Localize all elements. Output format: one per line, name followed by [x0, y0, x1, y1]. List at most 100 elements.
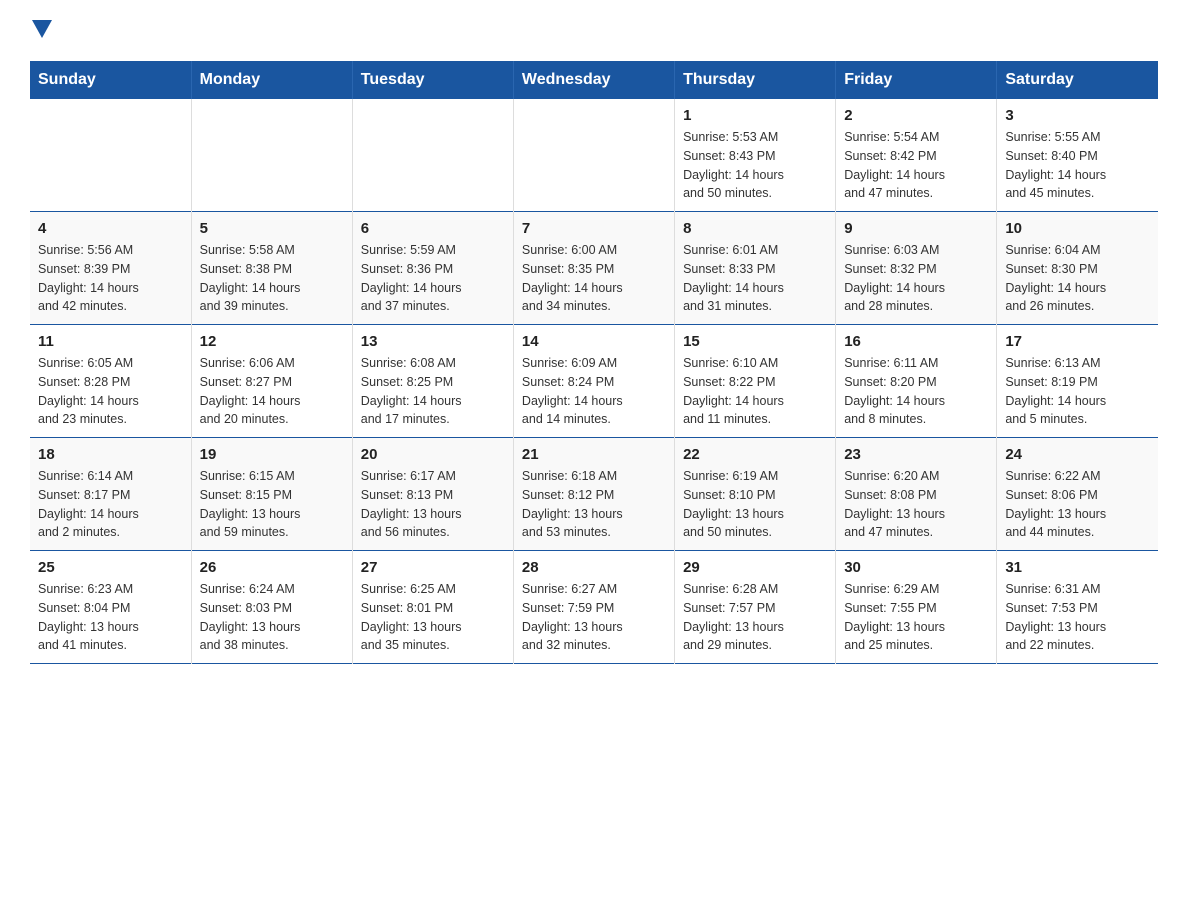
- day-number: 9: [844, 220, 988, 237]
- day-number: 25: [38, 559, 183, 576]
- day-info: Sunrise: 5:53 AM Sunset: 8:43 PM Dayligh…: [683, 128, 827, 203]
- week-row-4: 18 Sunrise: 6:14 AM Sunset: 8:17 PM Dayli…: [30, 438, 1158, 551]
- day-number: 22: [683, 446, 827, 463]
- calendar-cell: 12 Sunrise: 6:06 AM Sunset: 8:27 PM Dayli…: [191, 325, 352, 438]
- day-info: Sunrise: 6:00 AM Sunset: 8:35 PM Dayligh…: [522, 241, 666, 316]
- day-info: Sunrise: 6:06 AM Sunset: 8:27 PM Dayligh…: [200, 354, 344, 429]
- day-number: 5: [200, 220, 344, 237]
- calendar-header-row: SundayMondayTuesdayWednesdayThursdayFrid…: [30, 61, 1158, 99]
- header-tuesday: Tuesday: [352, 61, 513, 99]
- calendar-cell: 10 Sunrise: 6:04 AM Sunset: 8:30 PM Dayli…: [997, 212, 1158, 325]
- day-number: 4: [38, 220, 183, 237]
- calendar-cell: 20Sunrise: 6:17 AM Sunset: 8:13 PM Dayli…: [352, 438, 513, 551]
- day-info: Sunrise: 6:24 AM Sunset: 8:03 PM Dayligh…: [200, 580, 344, 655]
- calendar-cell: [30, 99, 191, 212]
- day-info: Sunrise: 5:59 AM Sunset: 8:36 PM Dayligh…: [361, 241, 505, 316]
- day-info: Sunrise: 6:31 AM Sunset: 7:53 PM Dayligh…: [1005, 580, 1150, 655]
- calendar-cell: 15Sunrise: 6:10 AM Sunset: 8:22 PM Dayli…: [675, 325, 836, 438]
- day-number: 2: [844, 107, 988, 124]
- day-info: Sunrise: 6:08 AM Sunset: 8:25 PM Dayligh…: [361, 354, 505, 429]
- day-number: 30: [844, 559, 988, 576]
- header-wednesday: Wednesday: [513, 61, 674, 99]
- header-monday: Monday: [191, 61, 352, 99]
- calendar-cell: 27 Sunrise: 6:25 AM Sunset: 8:01 PM Dayli…: [352, 551, 513, 664]
- day-number: 26: [200, 559, 344, 576]
- day-number: 29: [683, 559, 827, 576]
- calendar-cell: 19 Sunrise: 6:15 AM Sunset: 8:15 PM Dayli…: [191, 438, 352, 551]
- calendar-cell: 23 Sunrise: 6:20 AM Sunset: 8:08 PM Dayli…: [836, 438, 997, 551]
- day-number: 17: [1005, 333, 1150, 350]
- day-info: Sunrise: 6:03 AM Sunset: 8:32 PM Dayligh…: [844, 241, 988, 316]
- calendar-cell: 17 Sunrise: 6:13 AM Sunset: 8:19 PM Dayli…: [997, 325, 1158, 438]
- day-number: 18: [38, 446, 183, 463]
- week-row-2: 4Sunrise: 5:56 AM Sunset: 8:39 PM Daylig…: [30, 212, 1158, 325]
- week-row-5: 25 Sunrise: 6:23 AM Sunset: 8:04 PM Dayli…: [30, 551, 1158, 664]
- calendar-cell: [191, 99, 352, 212]
- header-saturday: Saturday: [997, 61, 1158, 99]
- header-friday: Friday: [836, 61, 997, 99]
- day-info: Sunrise: 6:29 AM Sunset: 7:55 PM Dayligh…: [844, 580, 988, 655]
- day-number: 27: [361, 559, 505, 576]
- calendar-cell: 18 Sunrise: 6:14 AM Sunset: 8:17 PM Dayli…: [30, 438, 191, 551]
- day-number: 16: [844, 333, 988, 350]
- day-info: Sunrise: 6:10 AM Sunset: 8:22 PM Dayligh…: [683, 354, 827, 429]
- header-sunday: Sunday: [30, 61, 191, 99]
- day-info: Sunrise: 6:19 AM Sunset: 8:10 PM Dayligh…: [683, 467, 827, 542]
- logo-triangle-icon: [32, 20, 52, 40]
- day-number: 28: [522, 559, 666, 576]
- calendar-cell: 21 Sunrise: 6:18 AM Sunset: 8:12 PM Dayli…: [513, 438, 674, 551]
- calendar-cell: 24 Sunrise: 6:22 AM Sunset: 8:06 PM Dayli…: [997, 438, 1158, 551]
- calendar-cell: 14Sunrise: 6:09 AM Sunset: 8:24 PM Dayli…: [513, 325, 674, 438]
- logo: [30, 20, 52, 45]
- day-number: 24: [1005, 446, 1150, 463]
- calendar-cell: 6 Sunrise: 5:59 AM Sunset: 8:36 PM Daylig…: [352, 212, 513, 325]
- day-info: Sunrise: 6:13 AM Sunset: 8:19 PM Dayligh…: [1005, 354, 1150, 429]
- day-info: Sunrise: 6:05 AM Sunset: 8:28 PM Dayligh…: [38, 354, 183, 429]
- day-info: Sunrise: 6:17 AM Sunset: 8:13 PM Dayligh…: [361, 467, 505, 542]
- day-info: Sunrise: 6:01 AM Sunset: 8:33 PM Dayligh…: [683, 241, 827, 316]
- header: [30, 20, 1158, 45]
- week-row-1: 1 Sunrise: 5:53 AM Sunset: 8:43 PM Daylig…: [30, 99, 1158, 212]
- day-number: 7: [522, 220, 666, 237]
- calendar-cell: 22 Sunrise: 6:19 AM Sunset: 8:10 PM Dayli…: [675, 438, 836, 551]
- day-info: Sunrise: 6:25 AM Sunset: 8:01 PM Dayligh…: [361, 580, 505, 655]
- day-info: Sunrise: 6:09 AM Sunset: 8:24 PM Dayligh…: [522, 354, 666, 429]
- calendar-cell: 26 Sunrise: 6:24 AM Sunset: 8:03 PM Dayli…: [191, 551, 352, 664]
- day-number: 11: [38, 333, 183, 350]
- day-info: Sunrise: 6:04 AM Sunset: 8:30 PM Dayligh…: [1005, 241, 1150, 316]
- calendar-cell: 11 Sunrise: 6:05 AM Sunset: 8:28 PM Dayli…: [30, 325, 191, 438]
- day-info: Sunrise: 6:22 AM Sunset: 8:06 PM Dayligh…: [1005, 467, 1150, 542]
- day-number: 8: [683, 220, 827, 237]
- calendar-cell: 5 Sunrise: 5:58 AM Sunset: 8:38 PM Daylig…: [191, 212, 352, 325]
- day-number: 6: [361, 220, 505, 237]
- day-number: 19: [200, 446, 344, 463]
- day-number: 23: [844, 446, 988, 463]
- calendar-cell: [513, 99, 674, 212]
- calendar-cell: 16 Sunrise: 6:11 AM Sunset: 8:20 PM Dayli…: [836, 325, 997, 438]
- day-number: 13: [361, 333, 505, 350]
- day-info: Sunrise: 6:14 AM Sunset: 8:17 PM Dayligh…: [38, 467, 183, 542]
- calendar-cell: 31Sunrise: 6:31 AM Sunset: 7:53 PM Dayli…: [997, 551, 1158, 664]
- calendar-cell: 7 Sunrise: 6:00 AM Sunset: 8:35 PM Daylig…: [513, 212, 674, 325]
- day-info: Sunrise: 6:11 AM Sunset: 8:20 PM Dayligh…: [844, 354, 988, 429]
- day-number: 21: [522, 446, 666, 463]
- header-thursday: Thursday: [675, 61, 836, 99]
- day-info: Sunrise: 6:28 AM Sunset: 7:57 PM Dayligh…: [683, 580, 827, 655]
- day-info: Sunrise: 5:58 AM Sunset: 8:38 PM Dayligh…: [200, 241, 344, 316]
- calendar-cell: 29 Sunrise: 6:28 AM Sunset: 7:57 PM Dayli…: [675, 551, 836, 664]
- day-number: 10: [1005, 220, 1150, 237]
- day-info: Sunrise: 6:20 AM Sunset: 8:08 PM Dayligh…: [844, 467, 988, 542]
- calendar-cell: 28 Sunrise: 6:27 AM Sunset: 7:59 PM Dayli…: [513, 551, 674, 664]
- day-info: Sunrise: 5:54 AM Sunset: 8:42 PM Dayligh…: [844, 128, 988, 203]
- calendar-cell: 8 Sunrise: 6:01 AM Sunset: 8:33 PM Daylig…: [675, 212, 836, 325]
- week-row-3: 11 Sunrise: 6:05 AM Sunset: 8:28 PM Dayli…: [30, 325, 1158, 438]
- day-number: 1: [683, 107, 827, 124]
- calendar-cell: 30 Sunrise: 6:29 AM Sunset: 7:55 PM Dayli…: [836, 551, 997, 664]
- day-number: 12: [200, 333, 344, 350]
- day-info: Sunrise: 6:23 AM Sunset: 8:04 PM Dayligh…: [38, 580, 183, 655]
- day-info: Sunrise: 6:18 AM Sunset: 8:12 PM Dayligh…: [522, 467, 666, 542]
- calendar-cell: [352, 99, 513, 212]
- day-info: Sunrise: 6:27 AM Sunset: 7:59 PM Dayligh…: [522, 580, 666, 655]
- day-info: Sunrise: 6:15 AM Sunset: 8:15 PM Dayligh…: [200, 467, 344, 542]
- calendar-cell: 13 Sunrise: 6:08 AM Sunset: 8:25 PM Dayli…: [352, 325, 513, 438]
